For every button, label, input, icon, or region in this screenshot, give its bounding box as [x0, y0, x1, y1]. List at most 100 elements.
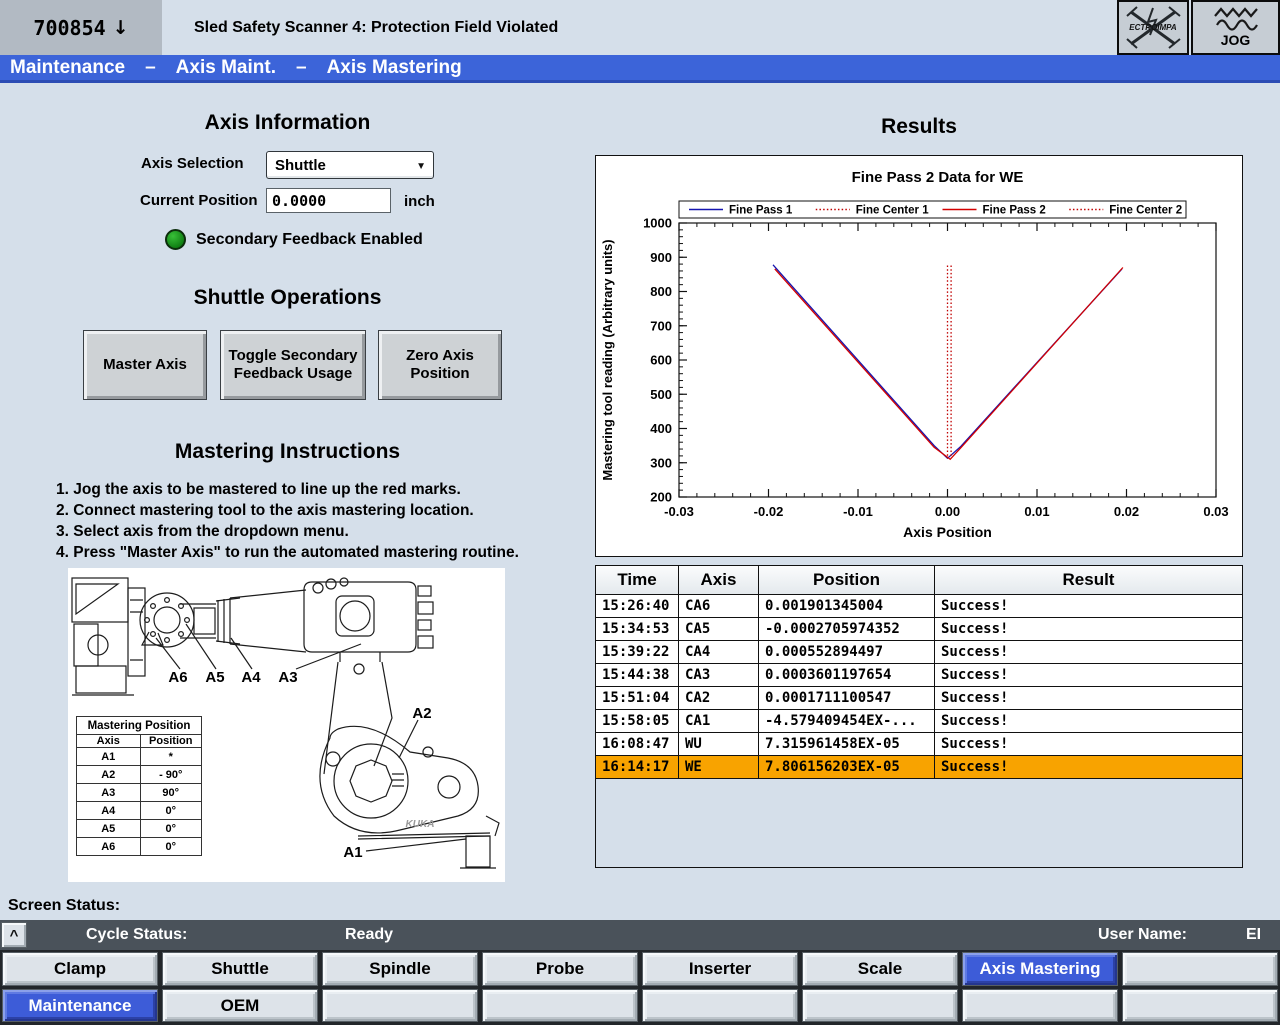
svg-text:800: 800 [650, 284, 672, 299]
jog-mode-button[interactable]: JOG [1191, 0, 1280, 55]
nav-scale-button[interactable]: Scale [802, 952, 958, 986]
nav-empty-button[interactable] [802, 989, 958, 1022]
results-table: TimeAxisPositionResult 15:26:40CA60.0019… [595, 565, 1243, 868]
nav-empty-button[interactable] [482, 989, 638, 1022]
position-cell: -0.0002705974352 [759, 618, 935, 640]
results-row-ca1[interactable]: 15:58:05CA1-4.579409454EX-...Success! [596, 710, 1242, 733]
nav-empty-button[interactable] [1122, 989, 1278, 1022]
result-cell: Success! [935, 710, 1242, 732]
results-col-position: Position [759, 566, 935, 594]
position-cell: 0.0003601197654 [759, 664, 935, 686]
mastering-axis: A5 [77, 820, 141, 838]
axis-cell: CA6 [679, 595, 759, 617]
results-row-ca5[interactable]: 15:34:53CA5-0.0002705974352Success! [596, 618, 1242, 641]
crossed-hammers-icon: ECTROIMPA [1122, 5, 1184, 50]
breadcrumb-item-maintenance[interactable]: Maintenance [10, 57, 125, 79]
svg-text:700: 700 [650, 318, 672, 333]
result-cell: Success! [935, 664, 1242, 686]
nav-empty-button[interactable] [642, 989, 798, 1022]
collapse-button[interactable]: ^ [1, 922, 27, 948]
results-row-ca4[interactable]: 15:39:22CA40.000552894497Success! [596, 641, 1242, 664]
results-col-result: Result [935, 566, 1242, 594]
results-col-axis: Axis [679, 566, 759, 594]
breadcrumb: Maintenance–Axis Maint.–Axis Mastering [0, 55, 1280, 83]
mastering-axis: A1 [77, 748, 141, 766]
axis-cell: CA1 [679, 710, 759, 732]
instruction-step-4: 4. Press "Master Axis" to run the automa… [56, 543, 531, 562]
result-cell: Success! [935, 618, 1242, 640]
mastering-value: 0° [140, 802, 202, 820]
robot-axis-label-a5: A5 [205, 669, 224, 686]
results-col-time: Time [596, 566, 679, 594]
mastering-chart: Fine Pass 2 Data for WEFine Pass 1Fine C… [595, 155, 1243, 557]
axis-information-title: Axis Information [60, 111, 515, 135]
nav-empty-button[interactable] [322, 989, 478, 1022]
chevron-up-icon: ^ [10, 927, 19, 944]
mastering-row: A1* [77, 748, 202, 766]
nav-clamp-button[interactable]: Clamp [2, 952, 158, 986]
alarm-down-arrow-icon: ↓ [113, 17, 129, 39]
nav-maintenance-button[interactable]: Maintenance [2, 989, 158, 1022]
chevron-down-icon: ▼ [416, 161, 426, 172]
time-cell: 16:14:17 [596, 756, 679, 778]
time-cell: 16:08:47 [596, 733, 679, 755]
svg-text:Axis Position: Axis Position [903, 524, 992, 540]
bottom-navigation: ClampShuttleSpindleProbeInserterScaleAxi… [0, 950, 1280, 1025]
instruction-step-2: 2. Connect mastering tool to the axis ma… [56, 501, 531, 520]
unit-label: inch [404, 193, 435, 210]
results-row-ca2[interactable]: 15:51:04CA20.0001711100547Success! [596, 687, 1242, 710]
alarm-number-tab[interactable]: 700854 ↓ [0, 0, 162, 55]
robot-diagram: A6 A5 A4 A3 A2 A1 KUKA Mastering Positio… [68, 568, 505, 882]
robot-axis-label-a1: A1 [343, 844, 362, 861]
results-table-header: TimeAxisPositionResult [596, 566, 1242, 595]
svg-text:-0.03: -0.03 [664, 504, 694, 519]
nav-shuttle-button[interactable]: Shuttle [162, 952, 318, 986]
result-cell: Success! [935, 756, 1242, 778]
robot-axis-label-a2: A2 [412, 705, 431, 722]
nav-axis-mastering-button[interactable]: Axis Mastering [962, 952, 1118, 986]
axis-cell: CA3 [679, 664, 759, 686]
axis-cell: WU [679, 733, 759, 755]
mastering-axis: A3 [77, 784, 141, 802]
svg-text:600: 600 [650, 353, 672, 368]
mastering-value: 90° [140, 784, 202, 802]
zero-axis-position-button[interactable]: Zero Axis Position [378, 330, 502, 400]
results-row-wu[interactable]: 16:08:47WU7.315961458EX-05Success! [596, 733, 1242, 756]
position-cell: 7.806156203EX-05 [759, 756, 935, 778]
breadcrumb-item-axis-mastering[interactable]: Axis Mastering [327, 57, 462, 79]
nav-empty-button[interactable] [962, 989, 1118, 1022]
svg-text:0.03: 0.03 [1203, 504, 1228, 519]
nav-inserter-button[interactable]: Inserter [642, 952, 798, 986]
instructions-list: 1. Jog the axis to be mastered to line u… [56, 480, 531, 564]
mastering-axis: A2 [77, 766, 141, 784]
nav-probe-button[interactable]: Probe [482, 952, 638, 986]
current-position-field[interactable] [266, 188, 391, 213]
results-row-ca6[interactable]: 15:26:40CA60.001901345004Success! [596, 595, 1242, 618]
svg-text:500: 500 [650, 387, 672, 402]
mastering-axis: A6 [77, 838, 141, 856]
cycle-status-bar [0, 920, 1280, 950]
robot-brand-label: KUKA [406, 819, 435, 830]
breadcrumb-item-axis-maint-[interactable]: Axis Maint. [176, 57, 276, 79]
master-axis-button[interactable]: Master Axis [83, 330, 207, 400]
time-cell: 15:26:40 [596, 595, 679, 617]
nav-empty-button[interactable] [1122, 952, 1278, 986]
axis-selection-dropdown[interactable]: Shuttle ▼ [266, 151, 434, 179]
results-row-we[interactable]: 16:14:17WE7.806156203EX-05Success! [596, 756, 1242, 779]
time-cell: 15:51:04 [596, 687, 679, 709]
mastering-position-table: Mastering PositionAxisPositionA1*A2- 90°… [76, 716, 202, 856]
cycle-status-label: Cycle Status: [86, 926, 187, 944]
jog-label: JOG [1221, 32, 1251, 48]
time-cell: 15:58:05 [596, 710, 679, 732]
mastering-axis: A4 [77, 802, 141, 820]
results-row-ca3[interactable]: 15:44:38CA30.0003601197654Success! [596, 664, 1242, 687]
electroimpact-logo-button[interactable]: ECTROIMPA [1117, 0, 1189, 55]
result-cell: Success! [935, 595, 1242, 617]
nav-spindle-button[interactable]: Spindle [322, 952, 478, 986]
time-cell: 15:44:38 [596, 664, 679, 686]
position-cell: 0.0001711100547 [759, 687, 935, 709]
nav-oem-button[interactable]: OEM [162, 989, 318, 1022]
toggle-secondary-feedback-usage-button[interactable]: Toggle Secondary Feedback Usage [220, 330, 366, 400]
time-cell: 15:39:22 [596, 641, 679, 663]
user-name-value: EI [1246, 926, 1261, 944]
